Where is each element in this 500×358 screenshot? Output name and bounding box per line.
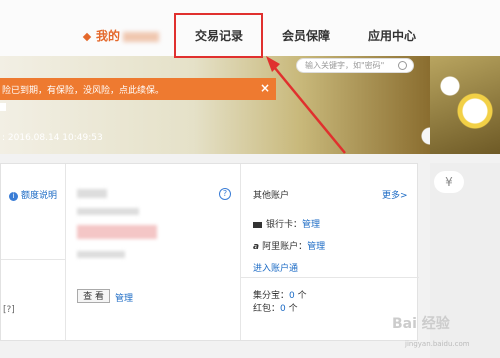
watermark-logo: Bai 经验: [392, 316, 450, 332]
bank-manage-link[interactable]: 管理: [302, 220, 320, 230]
help-bracket-link[interactable]: [?]: [3, 305, 15, 315]
bank-card-row: 银行卡：管理: [253, 217, 320, 230]
blurred-subtext: [77, 208, 139, 215]
yen-icon[interactable]: ¥: [434, 171, 464, 193]
row-divider: [1, 259, 65, 260]
info-icon: i: [9, 192, 18, 201]
manage-link[interactable]: 管理: [115, 291, 133, 304]
blurred-balance: [77, 225, 157, 239]
jifenbao-value[interactable]: 0: [289, 291, 295, 301]
other-accounts-title: 其他账户: [253, 191, 290, 201]
row-divider: [240, 277, 419, 278]
ali-icon: a: [253, 242, 260, 252]
enter-account-link[interactable]: 进入账户通: [253, 261, 298, 274]
hongbao-row: 红包：0 个: [253, 304, 298, 314]
bank-card-icon: [253, 221, 262, 228]
blurred-label: [77, 189, 107, 198]
jifenbao-row: 集分宝：0 个: [253, 291, 307, 301]
column-divider: [65, 164, 66, 340]
column-divider: [240, 164, 241, 340]
help-icon[interactable]: ?: [219, 188, 231, 200]
blurred-subtext: [77, 251, 125, 258]
more-link[interactable]: 更多>: [382, 188, 408, 201]
view-button[interactable]: 查 看: [77, 289, 110, 303]
hongbao-value[interactable]: 0: [280, 304, 286, 314]
watermark-url: jingyan.baidu.com: [405, 340, 470, 348]
ali-account-row: a 阿里账户：管理: [253, 242, 326, 252]
account-panel: i 额度说明 [?] ? 查 看 管理 其他账户 更多> 银行卡：管理 a 阿里账户…: [0, 163, 419, 341]
ali-manage-link[interactable]: 管理: [307, 242, 325, 252]
quota-help-link[interactable]: i 额度说明: [9, 188, 57, 201]
